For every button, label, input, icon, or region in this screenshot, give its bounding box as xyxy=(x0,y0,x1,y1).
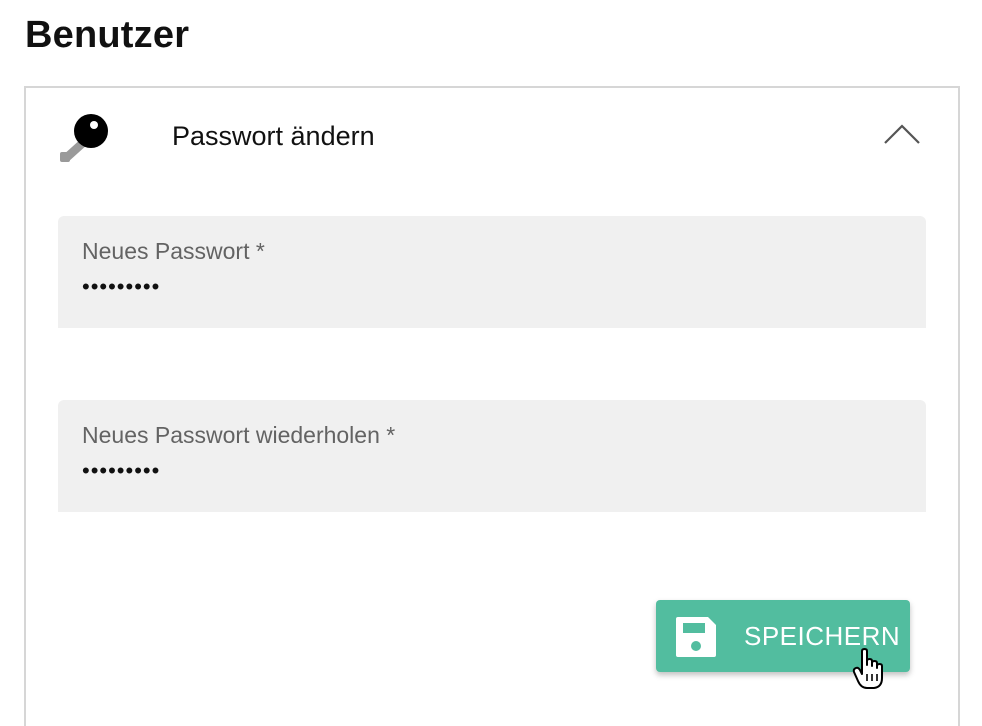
new-password-label: Neues Passwort * xyxy=(82,238,265,264)
password-panel: Passwort ändern Neues Passwort * •••••••… xyxy=(24,86,960,726)
repeat-password-field[interactable]: Neues Passwort wiederholen * ••••••••• xyxy=(58,400,926,512)
page-title: Benutzer xyxy=(25,14,190,56)
new-password-value[interactable]: ••••••••• xyxy=(82,274,160,300)
chevron-up-icon[interactable] xyxy=(882,122,922,146)
key-icon xyxy=(60,114,108,162)
hand-pointer-icon xyxy=(852,648,883,689)
panel-header[interactable]: Passwort ändern xyxy=(26,88,958,188)
repeat-password-label: Neues Passwort wiederholen * xyxy=(82,422,396,448)
panel-title: Passwort ändern xyxy=(172,121,375,151)
repeat-password-value[interactable]: ••••••••• xyxy=(82,458,160,484)
floppy-disk-icon xyxy=(676,617,716,657)
new-password-field[interactable]: Neues Passwort * ••••••••• xyxy=(58,216,926,328)
